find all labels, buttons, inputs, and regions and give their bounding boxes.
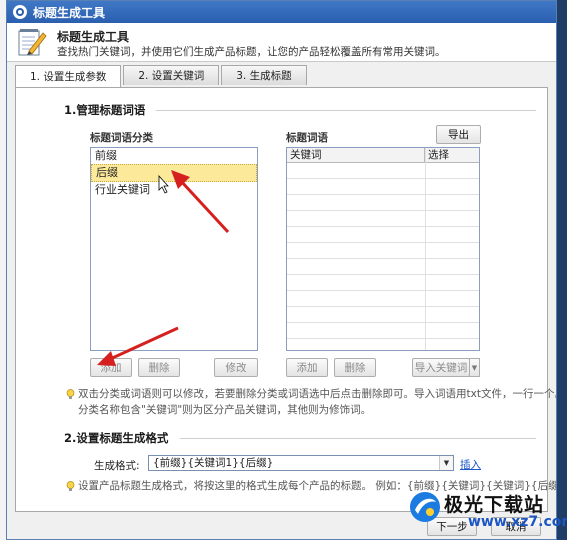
watermark-url: www.xz7.com bbox=[468, 514, 567, 530]
site-logo-icon bbox=[410, 492, 440, 522]
site-watermark: 极光下载站 www.xz7.com bbox=[404, 486, 567, 540]
mouse-cursor-icon bbox=[158, 174, 169, 194]
arrow-to-add-button bbox=[97, 326, 179, 366]
watermark-text: 极光下载站 bbox=[444, 494, 545, 516]
annotation-arrows bbox=[97, 170, 230, 366]
arrow-to-selected-category bbox=[171, 170, 230, 234]
